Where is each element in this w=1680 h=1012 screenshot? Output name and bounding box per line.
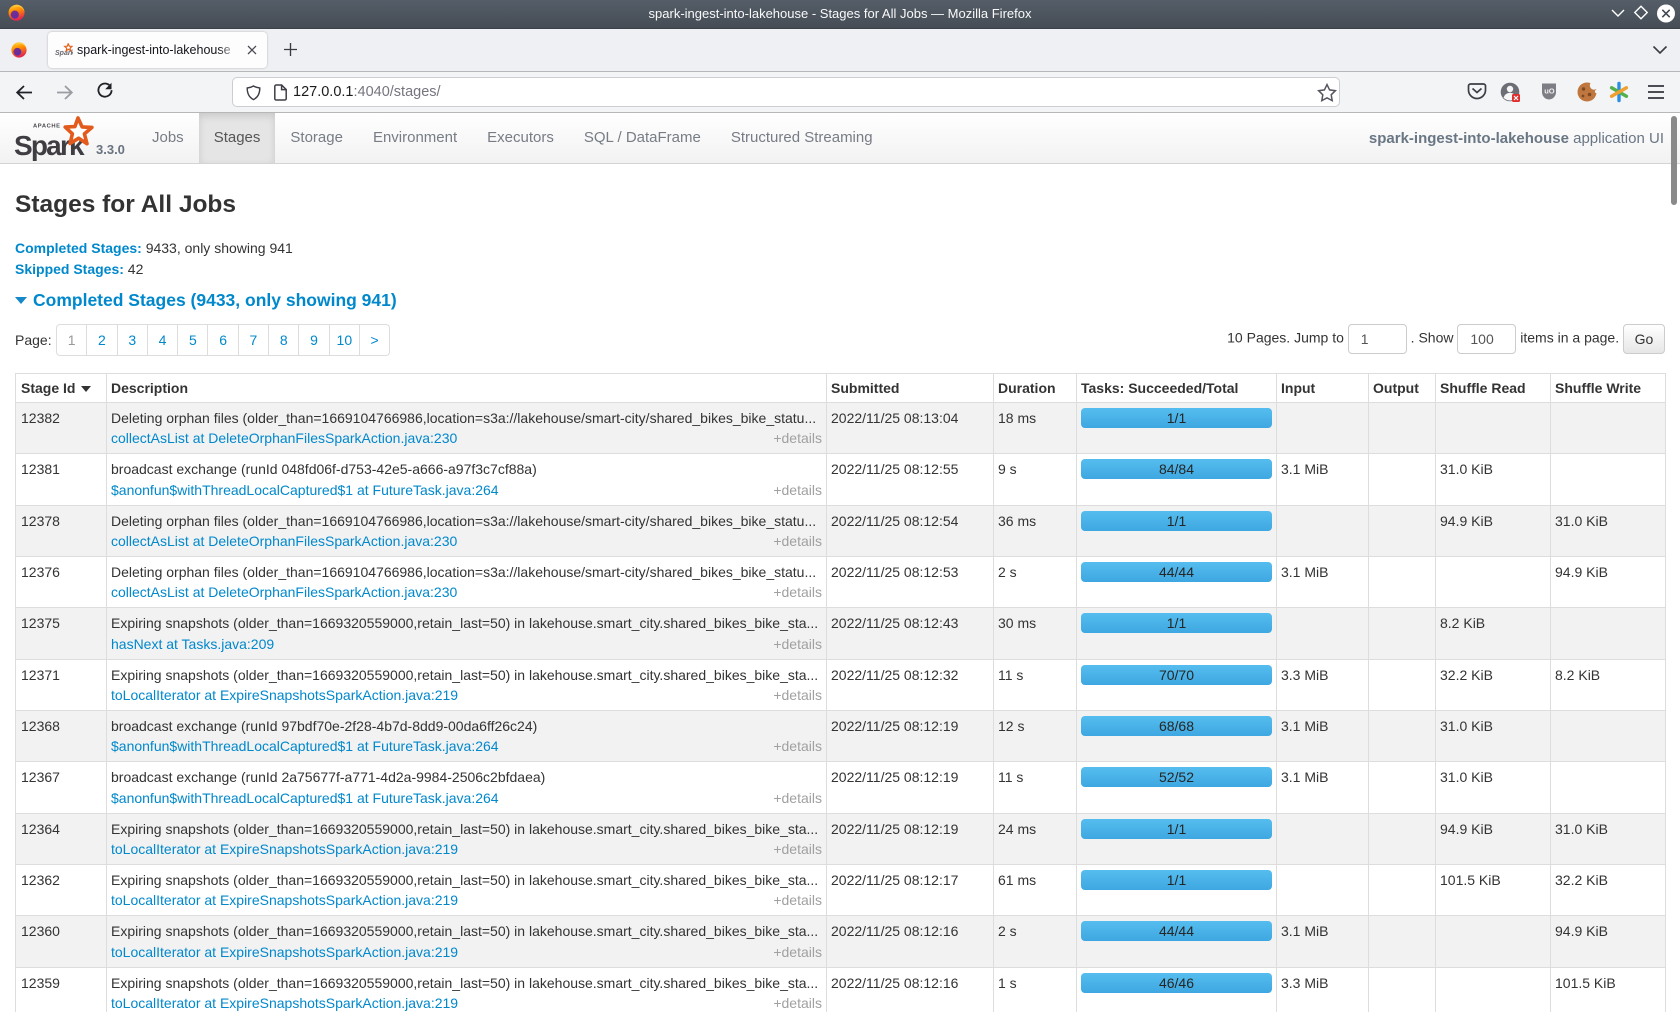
svg-text:APACHE: APACHE xyxy=(33,124,61,130)
svg-text:uO: uO xyxy=(1544,87,1555,96)
